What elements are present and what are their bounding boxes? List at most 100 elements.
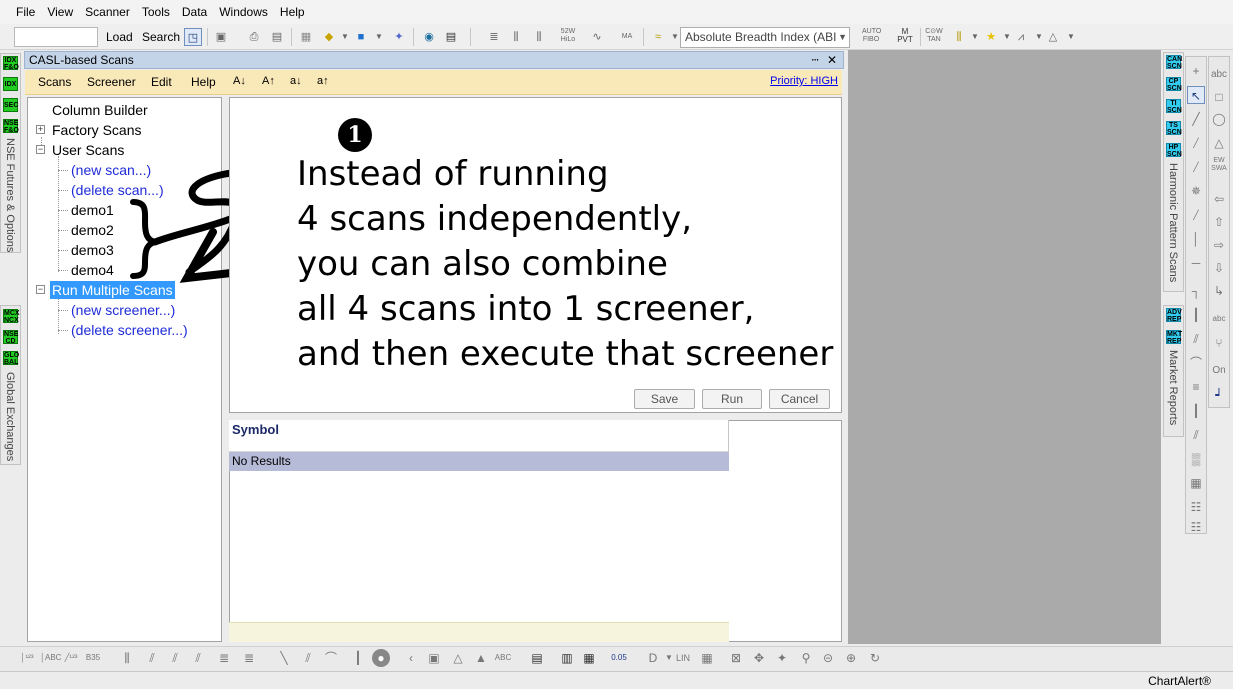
nse-futures-options-label[interactable]: NSE Futures & Options <box>4 138 16 252</box>
globe-icon[interactable]: ◉ <box>420 28 438 46</box>
save-icon[interactable]: ▣ <box>212 28 230 46</box>
print-preview-icon[interactable]: ▤ <box>268 28 286 46</box>
abc-icon[interactable]: │ABC <box>40 649 61 667</box>
grid-diagonal-icon[interactable]: ▒ <box>1187 450 1205 468</box>
gann-icon[interactable]: C⊙W TAN <box>925 28 943 46</box>
vertical-line-icon[interactable]: │ <box>1187 230 1205 248</box>
zoom-icon[interactable]: ⚲ <box>797 649 815 667</box>
bracket-icon[interactable]: ┐ <box>1187 282 1205 300</box>
save-button[interactable]: Save <box>634 389 695 409</box>
data-icon[interactable]: ▦ <box>297 28 315 46</box>
menu-tools[interactable]: Tools <box>136 0 176 24</box>
menu-file[interactable]: File <box>10 0 41 24</box>
tree-demo4[interactable]: demo4 <box>71 261 114 279</box>
arrow-up-left-icon[interactable]: ⇧ <box>1210 213 1228 231</box>
side-tab-cp-scn[interactable]: CP SCN <box>1166 77 1182 92</box>
record-icon[interactable]: ● <box>372 649 390 667</box>
bar-chart-icon[interactable]: ⫼ <box>507 28 525 46</box>
arrow-down-right-icon[interactable]: ⇩ <box>1210 259 1228 277</box>
harmonic-pattern-scans-label[interactable]: Harmonic Pattern Scans <box>1167 163 1179 282</box>
pattern-icon[interactable]: △ <box>1044 28 1062 46</box>
priority-link[interactable]: Priority: HIGH <box>770 75 838 87</box>
panel-menu-edit[interactable]: Edit <box>151 75 172 89</box>
side-tab-nse-cd[interactable]: NSE CD <box>3 330 18 345</box>
menu-scanner[interactable]: Scanner <box>79 0 136 24</box>
hatched-bars-icon[interactable]: ⫽ <box>143 649 161 667</box>
increase-font-button[interactable]: A↑ <box>262 75 275 87</box>
zoom-out-icon[interactable]: ⊝ <box>819 649 837 667</box>
side-tab-mkt-rep[interactable]: MKT REP <box>1166 330 1182 345</box>
side-tab-sec[interactable]: SEC <box>3 98 18 112</box>
cancel-button[interactable]: Cancel <box>769 389 830 409</box>
menu-view[interactable]: View <box>41 0 79 24</box>
dropdown-arrow-icon[interactable]: ▼ <box>370 28 388 46</box>
menu-data[interactable]: Data <box>176 0 213 24</box>
refresh-icon[interactable]: ↻ <box>866 649 884 667</box>
wave-label-icon[interactable]: abc <box>1210 310 1228 328</box>
tree-user-scans[interactable]: User Scans <box>52 141 124 159</box>
wave-numbers-icon[interactable]: ╱¹²³ <box>62 649 80 667</box>
speed-lines-icon[interactable]: ≡ <box>1187 378 1205 396</box>
side-tab-ti-scn[interactable]: TI SCN <box>1166 99 1182 114</box>
collapse-icon[interactable]: − <box>36 145 45 154</box>
shrink-icon[interactable]: ✦ <box>773 649 791 667</box>
ruler-icon[interactable]: ┙ <box>1210 386 1228 404</box>
hatched-bars-3-icon[interactable]: ⫽ <box>189 649 207 667</box>
overlay-icon[interactable]: ≈ <box>649 28 667 46</box>
arrow-curved-icon[interactable]: ↳ <box>1210 282 1228 300</box>
increase-small-font-button[interactable]: a↑ <box>317 75 329 87</box>
paste-icon[interactable]: ▥ <box>558 649 576 667</box>
side-tab-nse-fo[interactable]: NSE F&O <box>3 119 19 134</box>
fibonacci-lines-icon[interactable]: ┃ <box>1187 306 1205 324</box>
triangle-up-icon[interactable]: ▲ <box>472 649 490 667</box>
menu-windows[interactable]: Windows <box>213 0 274 24</box>
hatched-bars-2-icon[interactable]: ⫽ <box>166 649 184 667</box>
expand-icon[interactable]: + <box>36 125 45 134</box>
tree-column-builder[interactable]: Column Builder <box>52 101 148 119</box>
layout-icon[interactable]: ▤ <box>442 28 460 46</box>
sl-line-icon[interactable]: ╱ <box>1187 134 1205 152</box>
side-tab-can-scn[interactable]: CAN SCN <box>1166 55 1182 70</box>
fan-icon[interactable]: ⩘ <box>1012 28 1030 46</box>
ma-icon[interactable]: MA <box>618 28 636 46</box>
document-icon[interactable]: ▤ <box>528 649 546 667</box>
chart-tool-icon[interactable]: ≣ <box>485 28 503 46</box>
grid-toggle-icon[interactable]: ▦ <box>698 649 716 667</box>
curved-fan-icon[interactable]: ⌒ <box>322 649 340 667</box>
levels-icon[interactable]: ≣ <box>215 649 233 667</box>
gann-fan-icon[interactable]: ⫽ <box>1187 426 1205 444</box>
panel-menu-help[interactable]: Help <box>191 75 216 89</box>
side-tab-hp-scn[interactable]: HP SCN <box>1166 143 1182 158</box>
crosshair-icon[interactable]: + <box>1187 62 1205 80</box>
run-button[interactable]: Run <box>702 389 762 409</box>
fork-icon[interactable]: ✵ <box>1187 182 1205 200</box>
expand-icon[interactable]: ✥ <box>750 649 768 667</box>
volume-icon[interactable]: ⫼ <box>530 28 548 46</box>
arrow-left-icon[interactable]: ⇦ <box>1210 190 1228 208</box>
52w-icon[interactable]: 52W HiLo <box>559 28 577 46</box>
side-tab-idx[interactable]: IDX <box>3 77 18 91</box>
table-lines-icon[interactable]: ☷ <box>1187 498 1205 516</box>
decrease-small-font-button[interactable]: a↓ <box>290 75 302 87</box>
pitchfork-icon[interactable]: ⑂ <box>1210 334 1228 352</box>
side-tab-idx-fo[interactable]: IDX F&O <box>3 56 19 71</box>
indicator-select[interactable]: Absolute Breadth Index (ABI ▼ <box>680 27 850 48</box>
pivot-icon[interactable]: M PVT <box>896 28 914 46</box>
abc-pattern-icon[interactable]: ABC <box>494 649 512 667</box>
fan-lines-icon[interactable]: ⫽ <box>1187 330 1205 348</box>
cursor-mode-icon[interactable]: ◳ <box>184 28 202 46</box>
levels-2-icon[interactable]: ≣ <box>240 649 258 667</box>
search-button[interactable]: Search <box>139 27 183 47</box>
rectangle-icon[interactable]: □ <box>1210 88 1228 106</box>
print-icon[interactable]: ⎙ <box>245 28 263 46</box>
fan-icon[interactable]: ⫽ <box>299 649 317 667</box>
auto-fibo-icon[interactable]: AUTO FIBO <box>862 28 881 46</box>
arrow-right-icon[interactable]: ⇨ <box>1210 236 1228 254</box>
elliott-wave-icon[interactable]: EW SWA <box>1210 157 1228 175</box>
close-icon[interactable]: ✕ <box>827 52 837 68</box>
shape-icon[interactable]: ▣ <box>425 649 443 667</box>
more-lines-icon[interactable]: ☷ <box>1187 518 1205 536</box>
grid-icon[interactable]: ▦ <box>1187 474 1205 492</box>
cycle-icon[interactable]: ╱ <box>1187 206 1205 224</box>
numbers-icon[interactable]: │¹²³ <box>18 649 36 667</box>
